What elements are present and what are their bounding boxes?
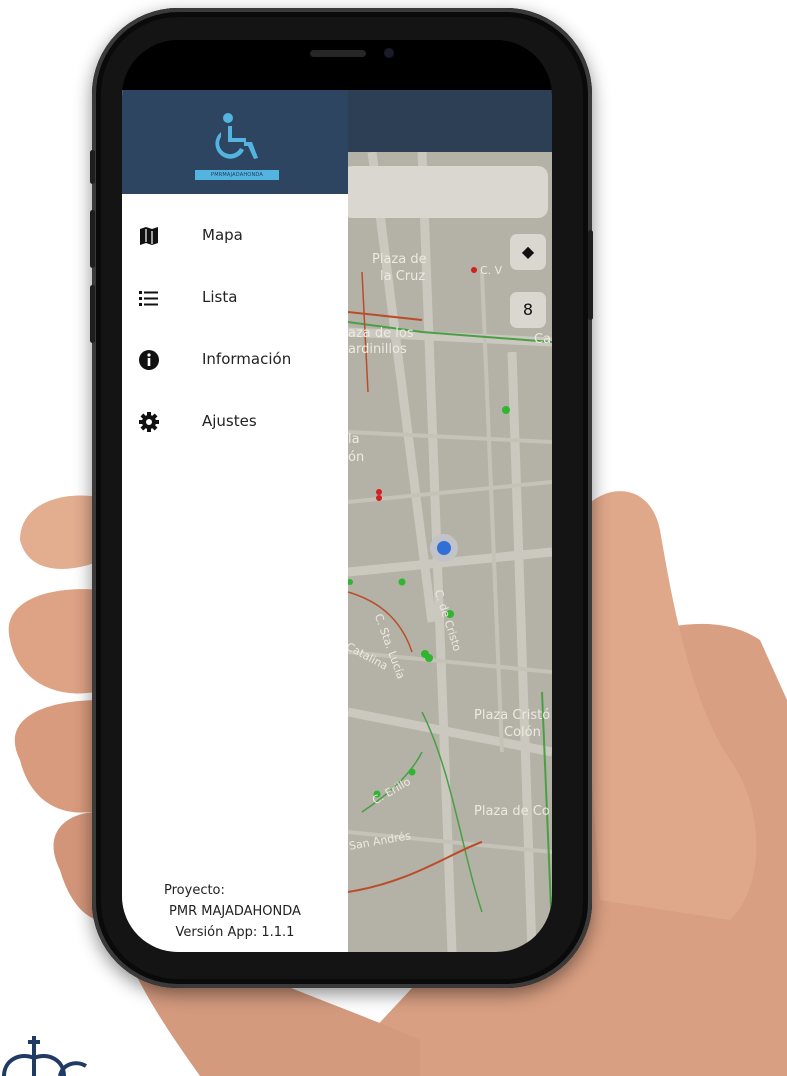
drawer-item-label: Lista: [202, 288, 238, 306]
phone-volume-up: [90, 210, 95, 268]
map-label: Plaza de: [372, 252, 427, 267]
logo-caption: PMRMAJADAHONDA: [195, 170, 279, 180]
phone-side-button: [90, 150, 95, 184]
map-label: Colón: [504, 725, 541, 740]
footer-project-name: PMR MAJADAHONDA: [169, 904, 301, 919]
map-label: Plaza Cristó: [474, 708, 551, 723]
layers-icon: ◆: [521, 242, 535, 261]
map-label: la: [348, 432, 360, 447]
phone-volume-down: [90, 285, 95, 343]
map-label: ón: [348, 450, 365, 465]
drawer-item-mapa[interactable]: Mapa: [122, 216, 348, 256]
drawer-item-label: Mapa: [202, 226, 243, 244]
footer-project-label: Proyecto:: [164, 883, 225, 898]
map-label: aza de los: [348, 326, 414, 341]
phone-screen: pa: [122, 40, 552, 952]
map-icon: [140, 227, 158, 245]
gear-icon: [139, 412, 159, 432]
map-label: Ca: [534, 332, 552, 347]
drawer-item-label: Ajustes: [202, 412, 257, 430]
footer-version: Versión App: 1.1.1: [175, 925, 295, 940]
layers-button[interactable]: ◆: [510, 234, 546, 270]
crest-icon: [2, 1036, 88, 1076]
list-icon: [139, 291, 158, 306]
traffic-light-icon: 8: [522, 300, 534, 319]
drawer-footer: Proyecto: PMR MAJADAHONDA Versión App: 1…: [122, 880, 348, 943]
drawer-item-label: Información: [202, 350, 292, 368]
phone-speaker: [310, 50, 366, 57]
map-label: C. V: [480, 264, 503, 277]
phone-notch: [122, 40, 552, 90]
drawer-item-ajustes[interactable]: Ajustes: [122, 402, 348, 442]
map-label: Plaza de Co: [474, 804, 550, 819]
map-search-box[interactable]: [342, 166, 548, 218]
phone-camera: [384, 48, 394, 58]
drawer-item-lista[interactable]: Lista: [122, 278, 348, 318]
phone-power-button: [588, 230, 593, 320]
wheelchair-icon: [215, 113, 258, 159]
info-icon: [139, 350, 159, 370]
map-label: ardinillos: [348, 342, 407, 357]
drawer-header: PMRMAJADAHONDA: [122, 90, 348, 194]
navigation-drawer: PMRMAJADAHONDA Mapa Lista Información Aj…: [122, 90, 348, 952]
drawer-item-informacion[interactable]: Información: [122, 340, 348, 380]
traffic-button[interactable]: 8: [510, 292, 546, 328]
map-label: la Cruz: [380, 269, 426, 284]
